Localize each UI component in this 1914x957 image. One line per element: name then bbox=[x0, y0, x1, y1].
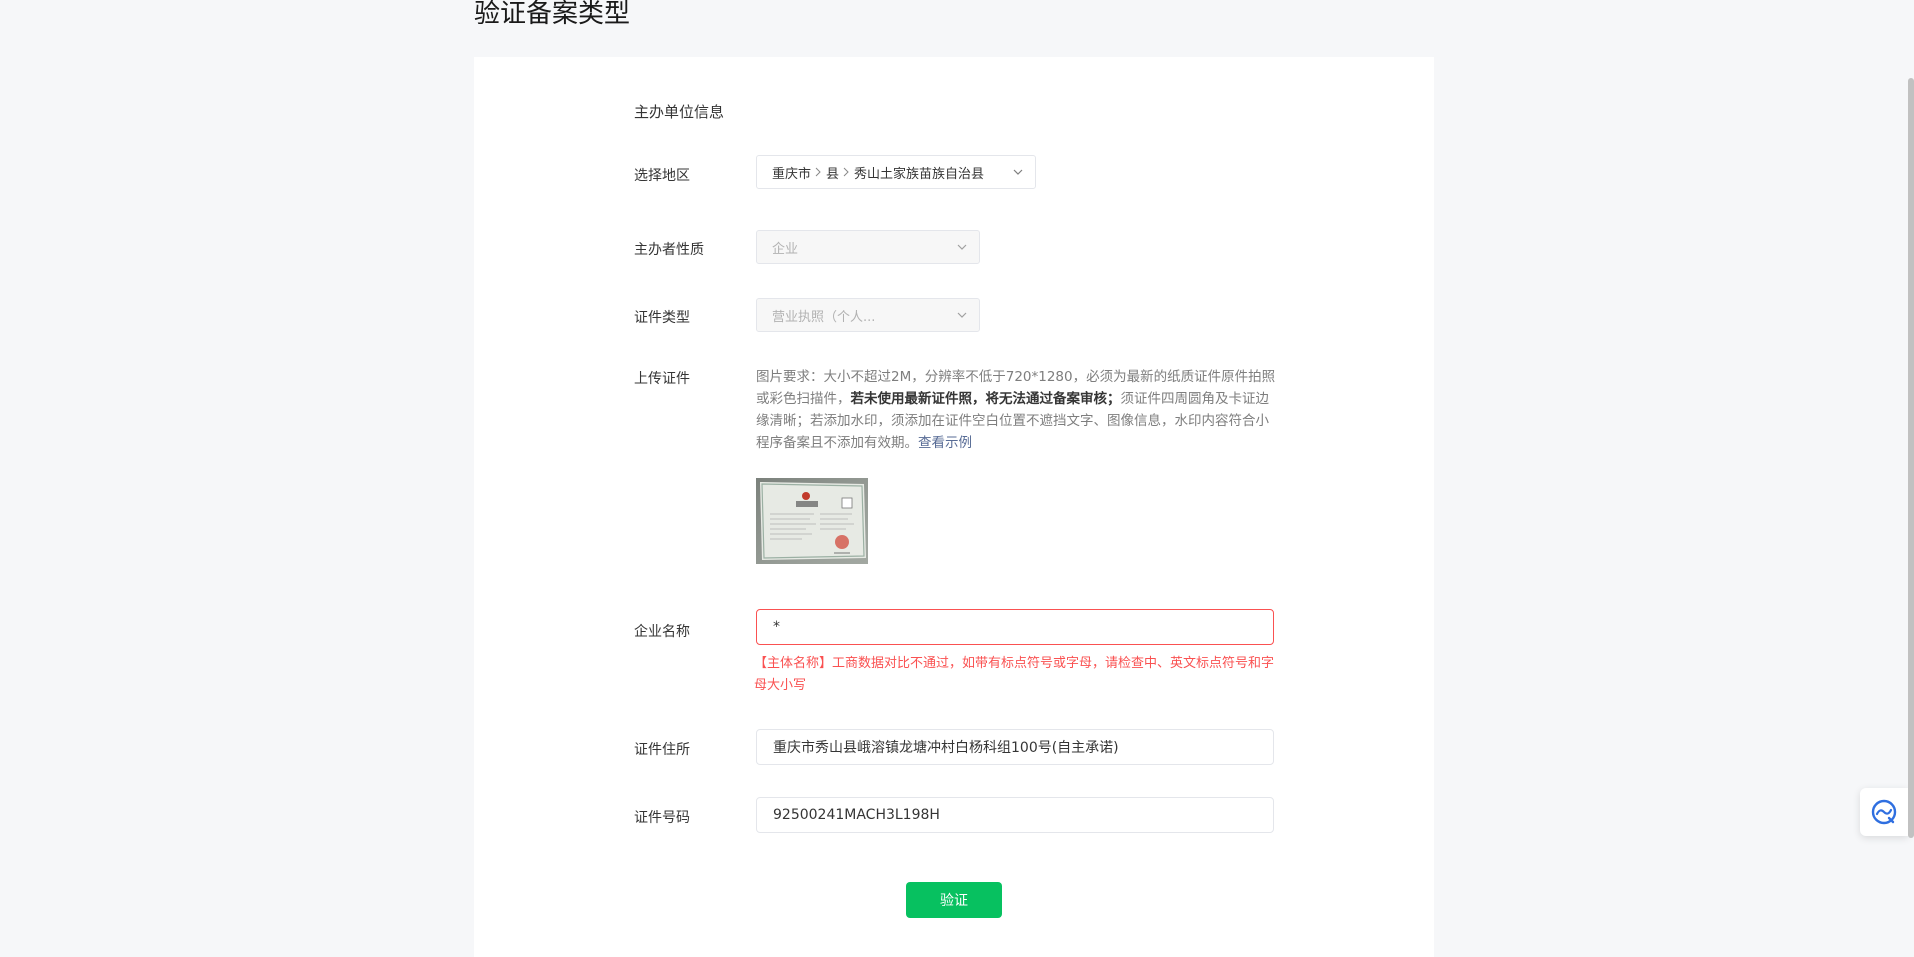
chevron-right-icon bbox=[815, 167, 821, 177]
chevron-down-icon bbox=[957, 244, 967, 250]
chevron-down-icon bbox=[1013, 169, 1023, 175]
chevron-right-icon bbox=[843, 167, 849, 177]
sponsor-nature-select[interactable]: 企业 bbox=[756, 230, 980, 264]
cert-address-value: 重庆市秀山县峨溶镇龙塘冲村白杨科组100号(自主承诺) bbox=[773, 740, 1119, 756]
cert-address-input[interactable]: 重庆市秀山县峨溶镇龙塘冲村白杨科组100号(自主承诺) bbox=[756, 729, 1274, 765]
section-title: 主办单位信息 bbox=[634, 103, 725, 121]
company-name-error: 【主体名称】工商数据对比不通过，如带有标点符号或字母，请检查中、英文标点符号和字… bbox=[754, 656, 1275, 693]
uploaded-license-thumbnail[interactable] bbox=[756, 478, 868, 564]
cert-number-value: 92500241MACH3L198H bbox=[773, 807, 940, 823]
sponsor-nature-label: 主办者性质 bbox=[634, 242, 704, 258]
cert-number-input[interactable]: 92500241MACH3L198H bbox=[756, 797, 1274, 833]
upload-desc-warning: 若未使用最新证件照，将无法通过备案审核； bbox=[850, 391, 1121, 407]
form-card: 主办单位信息 选择地区 重庆市 县 秀山土家族苗族自治县 主办者性质 企业 证件… bbox=[474, 57, 1434, 957]
sponsor-nature-value: 企业 bbox=[772, 241, 799, 257]
cert-number-label: 证件号码 bbox=[634, 810, 690, 826]
customer-service-icon bbox=[1871, 799, 1897, 825]
region-city: 重庆市 bbox=[772, 166, 812, 182]
view-example-link[interactable]: 查看示例 bbox=[918, 435, 972, 451]
company-name-value: * bbox=[773, 619, 780, 635]
company-name-label: 企业名称 bbox=[634, 624, 690, 640]
upload-label: 上传证件 bbox=[634, 371, 690, 387]
page-scrollbar[interactable] bbox=[1908, 78, 1914, 838]
region-label: 选择地区 bbox=[634, 168, 690, 184]
region-county: 秀山土家族苗族自治县 bbox=[854, 166, 985, 182]
cert-address-label: 证件住所 bbox=[634, 742, 690, 758]
region-county-type: 县 bbox=[826, 166, 840, 182]
region-select[interactable]: 重庆市 县 秀山土家族苗族自治县 bbox=[756, 155, 1036, 189]
cert-type-value: 营业执照（个人... bbox=[772, 309, 876, 325]
page-title: 验证备案类型 bbox=[474, 0, 631, 29]
company-name-input[interactable]: * bbox=[756, 609, 1274, 645]
chevron-down-icon bbox=[957, 312, 967, 318]
cert-type-label: 证件类型 bbox=[634, 310, 690, 326]
cert-type-select[interactable]: 营业执照（个人... bbox=[756, 298, 980, 332]
license-photo bbox=[756, 478, 868, 564]
upload-description: 图片要求：大小不超过2M，分辨率不低于720*1280，必须为最新的纸质证件原件… bbox=[756, 366, 1276, 454]
verify-button[interactable]: 验证 bbox=[906, 882, 1002, 918]
customer-service-widget[interactable] bbox=[1860, 788, 1908, 836]
